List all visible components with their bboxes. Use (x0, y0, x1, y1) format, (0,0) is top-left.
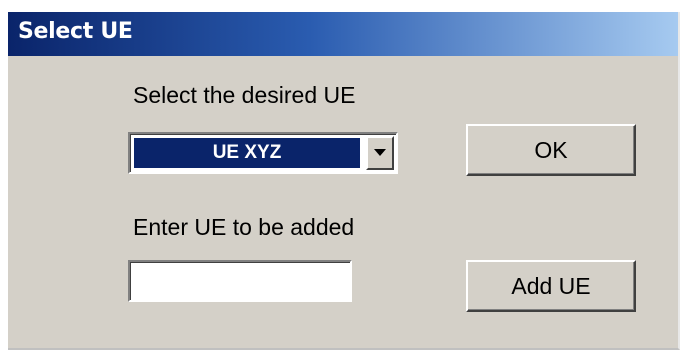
add-ue-button[interactable]: Add UE (466, 260, 636, 312)
select-ue-dialog: Select UE Select the desired UE UE XYZ O… (8, 12, 680, 350)
chevron-down-icon (374, 149, 386, 156)
dropdown-arrow-button[interactable] (366, 136, 394, 170)
ue-dropdown[interactable]: UE XYZ (128, 132, 398, 174)
add-ue-input[interactable] (128, 260, 352, 302)
add-ue-label: Enter UE to be added (133, 214, 355, 240)
ok-button[interactable]: OK (466, 124, 636, 176)
title-bar[interactable]: Select UE (8, 12, 678, 56)
select-ue-label: Select the desired UE (133, 82, 356, 108)
window-title: Select UE (18, 19, 133, 44)
ue-dropdown-selected-value: UE XYZ (134, 138, 360, 168)
